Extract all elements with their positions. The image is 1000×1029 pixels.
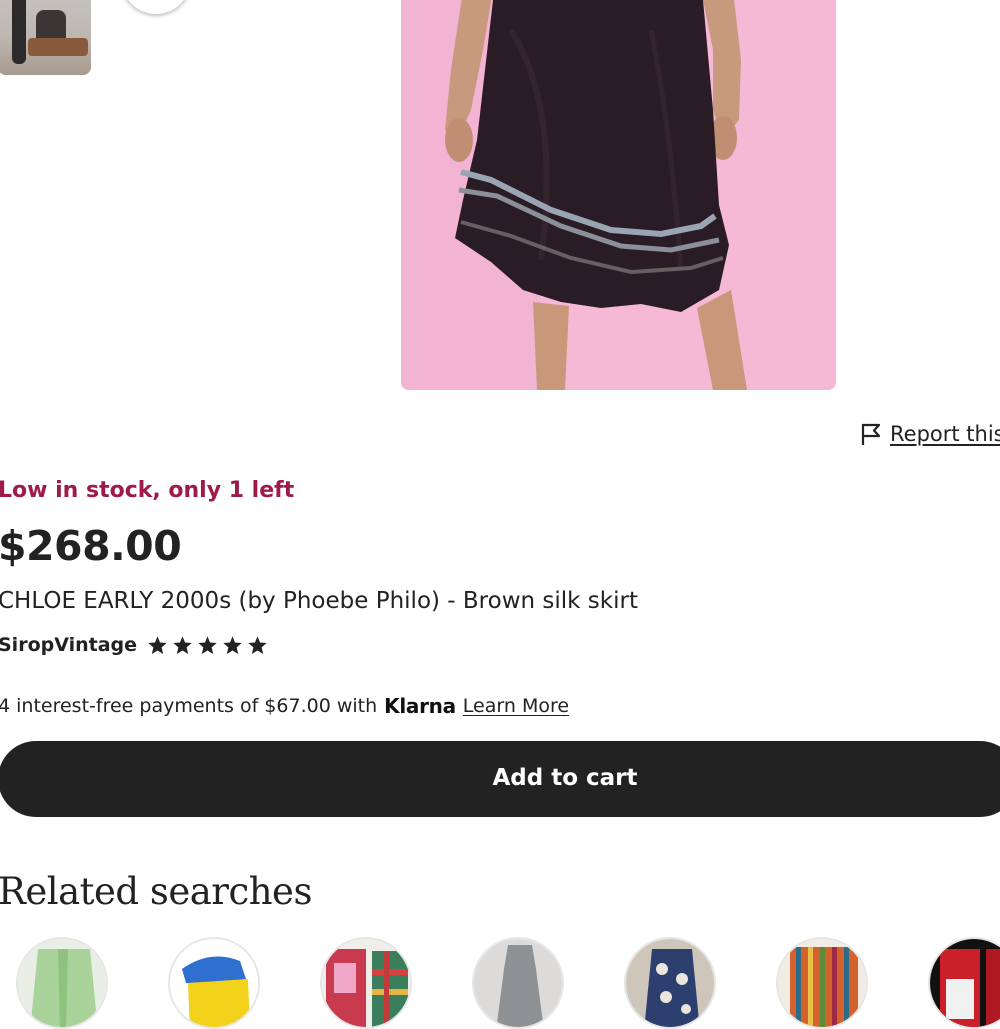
blue-yellow-shoe-thumbnail-icon [170,939,258,1027]
floral-dress-thumbnail-icon [626,939,714,1027]
star-icon [223,635,242,654]
installment-payments: 4 interest-free payments of $67.00 with … [0,694,569,718]
related-search-item[interactable] [928,937,1000,1029]
report-item-link[interactable]: Report this [860,420,1000,448]
green-garment-thumbnail-icon [18,939,106,1027]
red-product-thumbnail-icon [930,939,1000,1027]
related-search-item[interactable] [472,937,564,1029]
gallery-nav-button[interactable] [122,0,190,14]
star-icon [248,635,267,654]
star-icon [198,635,217,654]
add-to-cart-label: Add to cart [492,765,638,791]
related-searches-heading: Related searches [0,870,312,913]
rating-stars[interactable] [147,635,268,656]
learn-more-link[interactable]: Learn More [463,695,569,717]
report-label[interactable]: Report this [890,422,1000,446]
product-title: CHLOE EARLY 2000s (by Phoebe Philo) - Br… [0,588,638,614]
product-photo[interactable] [401,0,836,390]
grey-dress-thumbnail-icon [474,939,562,1027]
related-search-item[interactable] [320,937,412,1029]
striped-skirt-thumbnail-icon [778,939,866,1027]
skirt-photo-illustration [401,0,836,390]
star-icon [148,635,167,654]
installment-text: 4 interest-free payments of $67.00 with [0,695,378,717]
shop-name-link[interactable]: SiropVintage [0,634,137,656]
gallery-thumbnail[interactable] [0,0,91,75]
stock-status: Low in stock, only 1 left [0,478,295,503]
thumbnail-sofa [28,38,88,56]
thumbnail-figure [12,0,26,64]
flag-icon [861,423,881,445]
related-search-item[interactable] [776,937,868,1029]
product-price: $268.00 [0,522,182,570]
plaid-skirt-thumbnail-icon [322,939,410,1027]
klarna-logo: Klarna [384,694,456,718]
related-searches-carousel [0,937,1000,1029]
add-to-cart-button[interactable]: Add to cart [0,741,1000,817]
star-icon [173,635,192,654]
shop-rating-row: SiropVintage [0,634,268,656]
related-search-item[interactable] [16,937,108,1029]
related-search-item[interactable] [168,937,260,1029]
related-search-item[interactable] [624,937,716,1029]
